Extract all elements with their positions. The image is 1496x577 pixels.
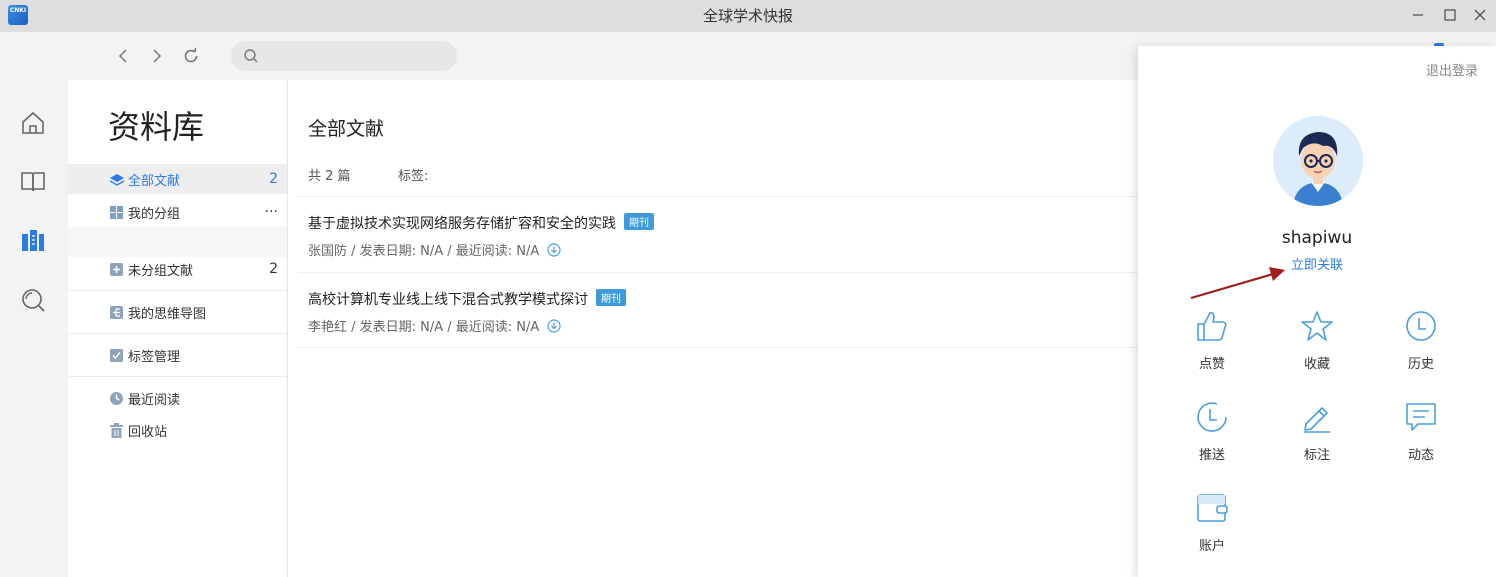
library-title: 资料库: [108, 108, 205, 146]
history-button[interactable]: 历史: [1381, 308, 1461, 380]
divider: [68, 376, 287, 377]
app-title: 全球学术快报: [702, 7, 793, 25]
favorite-button[interactable]: 收藏: [1277, 308, 1357, 380]
doc-count: 共 2 篇: [308, 169, 351, 184]
library-item-label: 回收站: [128, 424, 168, 440]
annotation-arrow: [1190, 267, 1285, 300]
user-panel: 退出登录 shapiwu 立即关联 点赞 收藏 历史 推送 标注 动态 账户: [1138, 46, 1496, 577]
close-button[interactable]: [1468, 4, 1492, 26]
plus-box-icon: [109, 262, 124, 277]
search-input[interactable]: [263, 45, 449, 67]
more-options-button[interactable]: ···: [265, 204, 278, 220]
tag-filter-label: 标签:: [398, 169, 429, 184]
refresh-button[interactable]: [180, 45, 202, 67]
grid-button-label: 标注: [1303, 448, 1330, 463]
tag-check-icon: [109, 348, 124, 363]
like-button[interactable]: 点赞: [1172, 308, 1252, 380]
document-title[interactable]: 高校计算机专业线上线下混合式教学模式探讨 期刊: [308, 289, 626, 309]
library-icon[interactable]: [19, 227, 47, 255]
trash-icon: [109, 422, 124, 438]
grid-button-label: 推送: [1198, 448, 1225, 463]
document-meta: 李艳红 / 发表日期: N/A / 最近阅读: N/A: [308, 316, 561, 337]
document-meta: 张国防 / 发表日期: N/A / 最近阅读: N/A: [308, 240, 561, 261]
minimize-button[interactable]: [1406, 4, 1430, 26]
library-item-label: 全部文献: [128, 173, 181, 189]
library-item-trash[interactable]: 回收站: [68, 415, 287, 445]
library-item-all-docs[interactable]: 全部文献 2: [68, 164, 287, 194]
divider: [68, 333, 287, 334]
library-item-count: 2: [269, 261, 278, 277]
home-icon[interactable]: [19, 109, 47, 137]
library-item-recent[interactable]: 最近阅读: [68, 383, 287, 413]
wallet-icon: [1194, 490, 1230, 526]
library-item-label: 最近阅读: [128, 392, 181, 408]
username: shapiwu: [1281, 228, 1353, 248]
push-clock-icon: [1194, 399, 1230, 435]
forward-button[interactable]: [146, 45, 168, 67]
push-button[interactable]: 推送: [1172, 399, 1252, 471]
document-title[interactable]: 基于虚拟技术实现网络服务存储扩容和安全的实践 期刊: [308, 213, 654, 233]
library-item-label: 标签管理: [128, 349, 181, 365]
activity-button[interactable]: 动态: [1381, 399, 1461, 471]
star-icon: [1299, 308, 1335, 344]
grid-icon: [109, 205, 124, 220]
grid-button-label: 历史: [1407, 357, 1434, 372]
maximize-button[interactable]: [1438, 4, 1462, 26]
search-icon: [243, 48, 259, 68]
logout-link[interactable]: 退出登录: [1426, 60, 1478, 79]
grid-button-label: 账户: [1198, 539, 1225, 554]
library-item-count: 2: [269, 171, 278, 187]
library-item-label: 未分组文献: [128, 263, 194, 279]
clock-icon: [1403, 308, 1439, 344]
layers-icon: [109, 172, 125, 187]
back-button[interactable]: [112, 45, 134, 67]
download-icon[interactable]: [547, 243, 561, 261]
grid-button-label: 收藏: [1303, 357, 1330, 372]
thumbs-up-icon: [1194, 308, 1230, 344]
avatar[interactable]: [1273, 116, 1363, 206]
library-item-tag-manage[interactable]: 标签管理: [68, 340, 287, 370]
clock-icon: [109, 391, 124, 406]
grid-button-label: 点赞: [1198, 357, 1225, 372]
mindmap-icon: [109, 305, 124, 320]
download-icon[interactable]: [547, 319, 561, 337]
journal-badge: 期刊: [596, 289, 626, 306]
search-box[interactable]: [231, 41, 457, 71]
pencil-icon: [1299, 399, 1335, 435]
library-item-label: 我的思维导图: [128, 306, 207, 322]
library-item-mindmap[interactable]: 我的思维导图: [68, 297, 287, 327]
grid-button-label: 动态: [1407, 448, 1434, 463]
discover-icon[interactable]: [19, 286, 47, 314]
book-icon[interactable]: [19, 167, 47, 195]
icon-rail: [0, 32, 68, 577]
message-icon: [1403, 399, 1439, 435]
library-panel: 资料库 全部文献 2 我的分组 ··· 未分组文献 2 我的思维导图 标签管理: [68, 80, 288, 577]
account-button[interactable]: 账户: [1172, 490, 1252, 562]
divider: [68, 290, 287, 291]
library-item-ungrouped[interactable]: 未分组文献 2: [68, 254, 287, 284]
library-item-my-groups[interactable]: 我的分组 ···: [68, 197, 287, 227]
annotate-button[interactable]: 标注: [1277, 399, 1357, 471]
title-bar: CNKI 全球学术快报: [0, 0, 1496, 32]
page-title: 全部文献: [308, 118, 385, 140]
group-placeholder: [68, 227, 287, 257]
library-item-label: 我的分组: [128, 206, 181, 222]
journal-badge: 期刊: [624, 213, 654, 230]
